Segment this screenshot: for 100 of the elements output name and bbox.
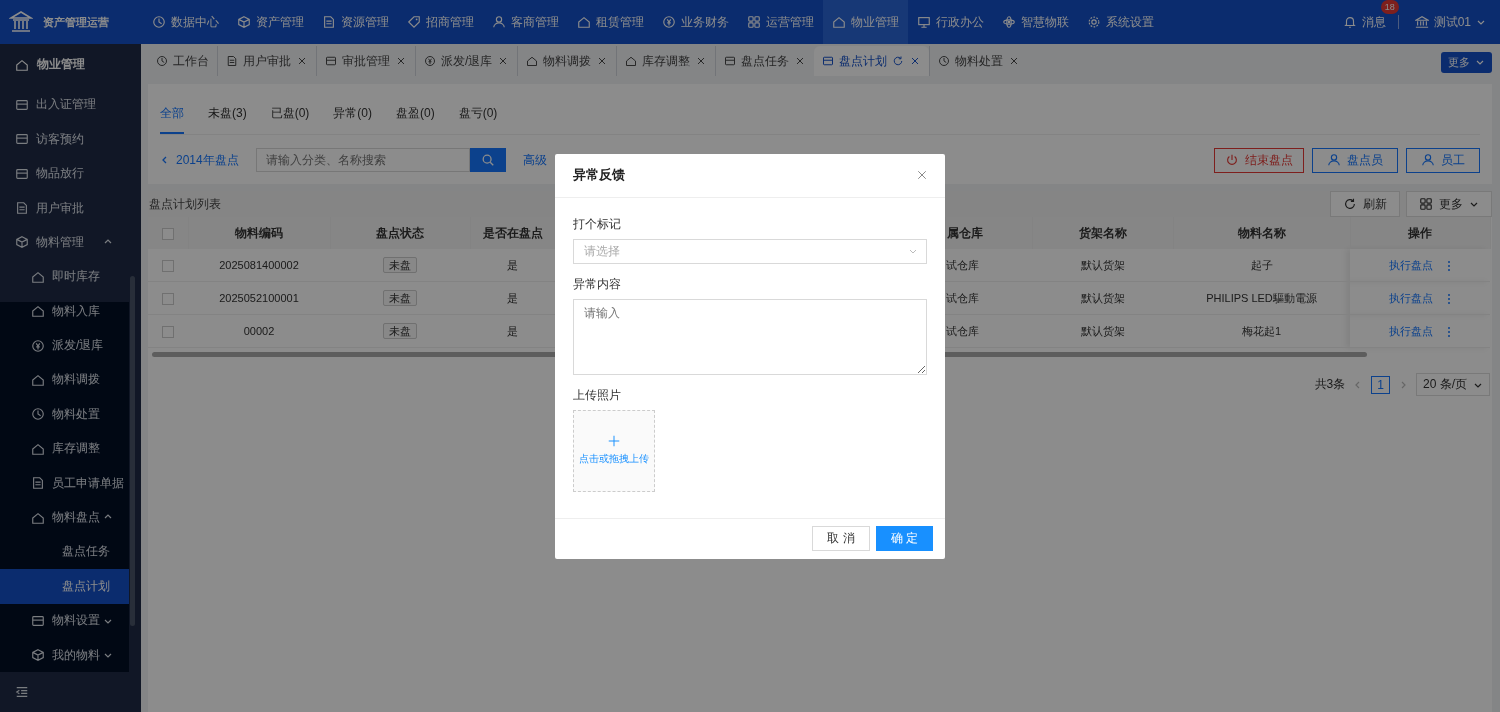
sidebar-header[interactable]: 物业管理: [0, 44, 141, 86]
house-icon: [31, 441, 45, 456]
checkbox[interactable]: [161, 227, 174, 240]
page-tab[interactable]: 派发/退库: [415, 46, 518, 76]
top-menu-item[interactable]: 客商管理: [483, 0, 568, 44]
filter-tab[interactable]: 盘盈(0): [396, 105, 435, 134]
checkbox[interactable]: [162, 325, 174, 338]
gear-icon: [1087, 15, 1101, 29]
filter-tab[interactable]: 异常(0): [333, 105, 372, 134]
page-tab[interactable]: 用户审批: [217, 46, 316, 76]
checkbox[interactable]: [162, 292, 174, 305]
sidebar-item[interactable]: 出入证管理: [0, 87, 129, 123]
page-tab[interactable]: 物料调拨: [517, 46, 617, 76]
cancel-button[interactable]: 取 消: [812, 526, 870, 551]
table-cell: 是: [507, 291, 518, 304]
messages-link[interactable]: 消息: [1342, 13, 1386, 31]
filter-tab[interactable]: 盘亏(0): [458, 105, 498, 134]
sidebar-item[interactable]: 盘点任务: [0, 534, 129, 570]
page-size-select[interactable]: 20 条/页: [1416, 373, 1490, 396]
top-menu-item[interactable]: 数据中心: [143, 0, 228, 44]
top-menu-item[interactable]: 智慧物联: [993, 0, 1078, 44]
collapse-menu-icon[interactable]: [15, 685, 29, 700]
sidebar-item[interactable]: 库存调整: [0, 431, 129, 466]
top-menu-item[interactable]: 业务财务: [653, 0, 738, 44]
sidebar-item[interactable]: 物料处置: [0, 397, 129, 432]
search-field[interactable]: 请输入分类、名称搜索: [255, 148, 470, 172]
top-menu-item[interactable]: 招商管理: [398, 0, 483, 44]
column-header: 盘点状态: [330, 217, 470, 249]
execute-link[interactable]: 执行盘点: [1389, 324, 1433, 337]
refresh-icon[interactable]: [892, 55, 905, 67]
text-area[interactable]: 请输入: [573, 298, 927, 375]
table-cell: 默认货架: [1080, 324, 1125, 337]
action-button[interactable]: 员工: [1406, 147, 1480, 173]
page-tab[interactable]: 工作台: [148, 46, 217, 76]
filter-tab[interactable]: 全部: [160, 105, 184, 134]
top-menu-item[interactable]: 系统设置: [1078, 0, 1163, 44]
close-icon[interactable]: [916, 169, 928, 181]
sidebar-item[interactable]: 访客预约: [0, 122, 129, 157]
top-menu-item[interactable]: 租赁管理: [568, 0, 653, 44]
execute-link[interactable]: 执行盘点: [1389, 291, 1433, 304]
scrollbar[interactable]: [130, 275, 135, 626]
action-button[interactable]: 结束盘点: [1214, 147, 1304, 173]
upload-area[interactable]: 点击或拖拽上传: [573, 409, 655, 492]
page-tab[interactable]: 物料处置: [929, 46, 1029, 76]
person-icon: [1327, 153, 1341, 167]
app-title: 资产管理运营: [43, 14, 109, 30]
sidebar-item[interactable]: 物料设置: [0, 603, 129, 638]
confirm-button[interactable]: 确 定: [875, 526, 933, 551]
sidebar-item[interactable]: 物料入库: [0, 294, 129, 329]
clock-icon: [156, 55, 168, 67]
sidebar-item[interactable]: 物料管理: [0, 225, 129, 260]
coin-icon: [31, 338, 45, 353]
box-icon: [822, 55, 835, 67]
checkbox[interactable]: [162, 259, 174, 272]
top-menu-item[interactable]: 物业管理: [823, 0, 908, 44]
sidebar-item[interactable]: 员工申请单据: [0, 465, 129, 501]
back-link[interactable]: 2014年盘点: [160, 151, 239, 169]
filter-tab[interactable]: 已盘(0): [270, 105, 310, 134]
dialog-title: 异常反馈: [573, 166, 625, 184]
sidebar-item[interactable]: 即时库存: [0, 259, 129, 294]
table-cell: 2025052100001: [219, 292, 299, 304]
house-icon: [577, 15, 591, 29]
total-count: 共3条: [1314, 376, 1346, 393]
sidebar-item[interactable]: 派发/退库: [0, 328, 129, 363]
close-icon[interactable]: [296, 55, 308, 67]
advanced-search-link[interactable]: 高级: [522, 151, 547, 169]
page-tab[interactable]: 盘点计划: [814, 46, 930, 76]
plus-icon: [608, 435, 620, 447]
sidebar-item[interactable]: 物料调拨: [0, 362, 129, 398]
sidebar-item[interactable]: 物品放行: [0, 156, 129, 191]
sidebar-item[interactable]: 物料盘点: [0, 500, 129, 535]
table-cell: 默认货架: [1080, 291, 1125, 304]
table-cell: 2025081400002: [219, 259, 299, 271]
table-cell: 是: [507, 324, 518, 337]
more-button[interactable]: 更多: [1441, 51, 1492, 73]
close-icon[interactable]: [395, 55, 407, 67]
top-menu-item[interactable]: 资产管理: [228, 0, 313, 44]
more-vertical-icon[interactable]: [1447, 292, 1451, 305]
user-menu[interactable]: 测试01: [1414, 13, 1486, 31]
sidebar-item[interactable]: 用户审批: [0, 190, 129, 226]
top-menu-item[interactable]: 行政办公: [908, 0, 993, 44]
action-button[interactable]: 盘点员: [1312, 147, 1398, 173]
more-vertical-icon[interactable]: [1447, 325, 1451, 338]
filter-tab[interactable]: 未盘(3): [208, 105, 247, 134]
refresh-button[interactable]: 刷新: [1330, 191, 1400, 217]
search-button[interactable]: [469, 148, 506, 172]
execute-link[interactable]: 执行盘点: [1389, 258, 1433, 271]
bell-icon: [1342, 15, 1357, 29]
more-button[interactable]: 更多: [1406, 191, 1492, 217]
select-field[interactable]: 请选择: [573, 238, 927, 264]
document-icon: [31, 476, 45, 491]
top-menu-item[interactable]: 运营管理: [738, 0, 823, 44]
sidebar-item[interactable]: 我的物料: [0, 637, 129, 673]
more-vertical-icon[interactable]: [1447, 259, 1451, 272]
page-number[interactable]: 1: [1371, 375, 1390, 394]
page-tab[interactable]: 审批管理: [316, 46, 415, 76]
top-menu-item[interactable]: 资源管理: [313, 0, 398, 44]
field-label: 上传照片: [573, 386, 622, 404]
sidebar-item[interactable]: 盘点计划: [0, 569, 129, 604]
page-tab[interactable]: 库存调整: [616, 46, 716, 76]
